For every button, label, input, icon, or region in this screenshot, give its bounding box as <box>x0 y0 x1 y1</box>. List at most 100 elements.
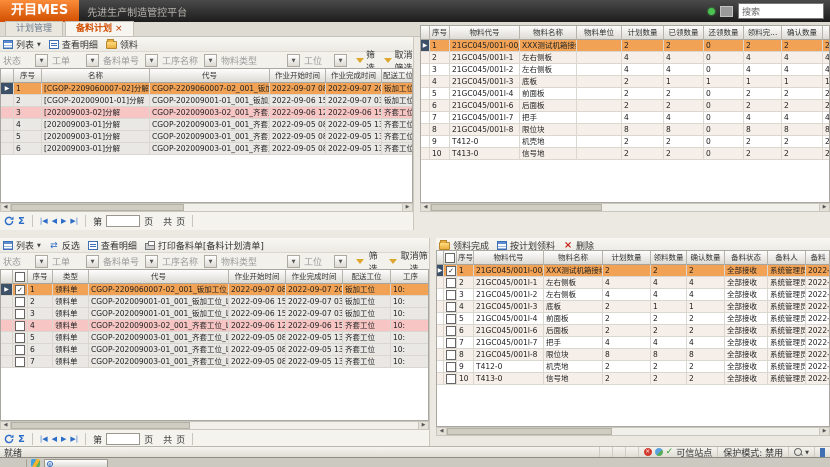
row-checkbox[interactable] <box>446 314 456 324</box>
column-header[interactable]: 代号 <box>150 69 270 83</box>
column-header[interactable]: 名称 <box>42 69 150 83</box>
table-row[interactable]: 121GC045/001I-00JLXXX测试机箱接线220222 <box>421 40 829 52</box>
table-row[interactable]: 6领料单CGOP-202009003-01_001_齐套工位_LLD_...20… <box>1 344 428 356</box>
dropdown-icon[interactable] <box>334 54 347 67</box>
table-row[interactable]: 4[202009003-01]分解CGOP-202009003-01_001_齐… <box>1 119 412 131</box>
row-checkbox-cell[interactable] <box>444 277 457 289</box>
row-checkbox[interactable] <box>446 362 456 372</box>
table-row[interactable]: 5领料单CGOP-202009003-01_001_齐套工位_LLD_...20… <box>1 332 428 344</box>
column-header[interactable]: 作业完成时间 <box>286 270 343 284</box>
row-checkbox-cell[interactable] <box>444 361 457 373</box>
dropdown-icon[interactable] <box>334 255 347 268</box>
table-row[interactable]: 9T412-0机壳地222全部接收系统管理员2022-09 <box>437 361 829 373</box>
column-header[interactable]: 备料人 <box>768 251 806 265</box>
column-header[interactable]: 备料 <box>806 251 830 265</box>
table-row[interactable]: 3领料单CGOP-202009001-01_001_钣加工位_LLD_00120… <box>1 308 428 320</box>
page-last-icon[interactable] <box>70 435 78 443</box>
page-number-input[interactable] <box>106 433 140 445</box>
dropdown-icon[interactable] <box>287 54 300 67</box>
dropdown-icon[interactable] <box>145 54 158 67</box>
column-header[interactable]: 作业开始时间 <box>270 69 326 83</box>
column-header[interactable]: 物料名称 <box>520 26 577 40</box>
toolbar-button-invert-select[interactable]: 反选 <box>49 239 80 252</box>
page-prev-icon[interactable] <box>52 217 57 225</box>
toolbar-button-list-grid[interactable]: 列表 <box>3 38 41 51</box>
column-header[interactable]: 备料状态 <box>725 251 768 265</box>
dropdown-icon[interactable] <box>86 255 99 268</box>
table-row[interactable]: 721GC045/001I-7把手440444 <box>421 112 829 124</box>
toolbar-button-view-detail[interactable]: 查看明细 <box>88 239 137 252</box>
scrollbar-thumb[interactable] <box>431 204 602 211</box>
column-header[interactable]: 还领数量 <box>704 26 744 40</box>
table-row[interactable]: 821GC045/001I-8限位块888全部接收系统管理员2022-09 <box>437 349 829 361</box>
table-row[interactable]: 621GC045/001I-6后面板222全部接收系统管理员2022-09 <box>437 325 829 337</box>
tab-material-prep-plan[interactable]: 备料计划 <box>65 21 134 36</box>
row-checkbox[interactable] <box>446 350 456 360</box>
column-header[interactable]: 领料完... <box>744 26 782 40</box>
table-row[interactable]: 621GC045/001I-6后面板220222 <box>421 100 829 112</box>
table-row[interactable]: 2领料单CGOP-202009001-01_001_钣加工位_LLD_00220… <box>1 296 428 308</box>
tab-close-icon[interactable] <box>112 24 123 34</box>
column-header[interactable]: 配送工位 <box>343 270 391 284</box>
row-checkbox-cell[interactable] <box>13 284 28 296</box>
scroll-right-icon[interactable] <box>819 204 829 211</box>
dropdown-icon[interactable] <box>86 54 99 67</box>
table-row[interactable]: 7领料单CGOP-202009003-01_001_齐套工位_LLD_00120… <box>1 356 428 368</box>
refresh-icon[interactable] <box>4 216 14 226</box>
table-row[interactable]: 10T413-0信号地222全部接收系统管理员2022-09 <box>437 373 829 385</box>
column-header[interactable]: 物料单位 <box>577 26 622 40</box>
scroll-right-icon[interactable] <box>402 204 412 211</box>
row-checkbox-cell[interactable] <box>444 301 457 313</box>
filter-combo[interactable]: 备料单号 <box>103 255 158 268</box>
table-row[interactable]: 1领料单CGOP-2209060007-02_001_钣加工位_LLD...20… <box>1 284 428 296</box>
scrollbar-thumb[interactable] <box>447 428 612 435</box>
column-header[interactable]: 序号 <box>28 270 53 284</box>
column-header[interactable]: 类型 <box>53 270 89 284</box>
horizontal-scrollbar[interactable] <box>436 427 830 436</box>
dropdown-icon[interactable] <box>204 255 217 268</box>
column-header[interactable]: 工序 <box>391 270 429 284</box>
row-checkbox[interactable] <box>446 278 456 288</box>
scroll-right-icon[interactable] <box>819 428 829 435</box>
toolbar-button-folder[interactable]: 领料 <box>106 38 138 51</box>
filter-combo[interactable]: 物料类型 <box>221 54 300 67</box>
select-all-checkbox[interactable] <box>445 253 455 263</box>
table-row[interactable]: 1[CGOP-2209060007-02]分解CGOP-2209060007-0… <box>1 83 412 95</box>
page-first-icon[interactable] <box>40 217 48 225</box>
sum-icon[interactable] <box>18 216 25 227</box>
page-number-input[interactable] <box>106 215 140 227</box>
column-header[interactable]: 确认数量 <box>782 26 823 40</box>
row-checkbox[interactable] <box>446 290 456 300</box>
table-row[interactable]: 2[CGOP-202009001-01]分解CGOP-202009001-01_… <box>1 95 412 107</box>
row-checkbox-cell[interactable] <box>13 296 28 308</box>
row-checkbox[interactable] <box>15 357 25 367</box>
scroll-left-icon[interactable] <box>1 422 11 429</box>
dropdown-icon[interactable] <box>204 54 217 67</box>
scroll-right-icon[interactable] <box>418 422 428 429</box>
table-row[interactable]: 321GC045/001I-2左右侧板440444 <box>421 64 829 76</box>
row-checkbox-cell[interactable] <box>13 344 28 356</box>
zoom-control[interactable] <box>788 447 814 457</box>
toolbar-button-list-grid[interactable]: 列表 <box>3 239 41 252</box>
column-header[interactable] <box>823 26 830 40</box>
page-next-icon[interactable] <box>61 435 66 443</box>
row-checkbox[interactable] <box>15 333 25 343</box>
horizontal-scrollbar[interactable] <box>420 203 830 212</box>
taskbar-browser-button[interactable] <box>44 459 108 467</box>
toolbar-button-printer[interactable]: 打印备料单[备料计划清单] <box>145 239 264 252</box>
dropdown-icon[interactable] <box>287 255 300 268</box>
sum-icon[interactable] <box>18 434 25 445</box>
dropdown-icon[interactable] <box>145 255 158 268</box>
row-checkbox[interactable] <box>15 297 25 307</box>
row-checkbox-cell[interactable] <box>444 337 457 349</box>
row-checkbox[interactable] <box>446 302 456 312</box>
row-checkbox[interactable] <box>446 326 456 336</box>
scroll-left-icon[interactable] <box>421 204 431 211</box>
column-header[interactable]: 已领数量 <box>664 26 704 40</box>
table-row[interactable]: 221GC045/001I-1左右侧板444全部接收系统管理员2022-09 <box>437 277 829 289</box>
row-checkbox-cell[interactable] <box>13 320 28 332</box>
row-checkbox[interactable] <box>15 321 25 331</box>
filter-combo[interactable]: 物料类型 <box>221 255 300 268</box>
filter-combo[interactable]: 工位 <box>304 54 347 67</box>
scrollbar-thumb[interactable] <box>11 204 184 211</box>
